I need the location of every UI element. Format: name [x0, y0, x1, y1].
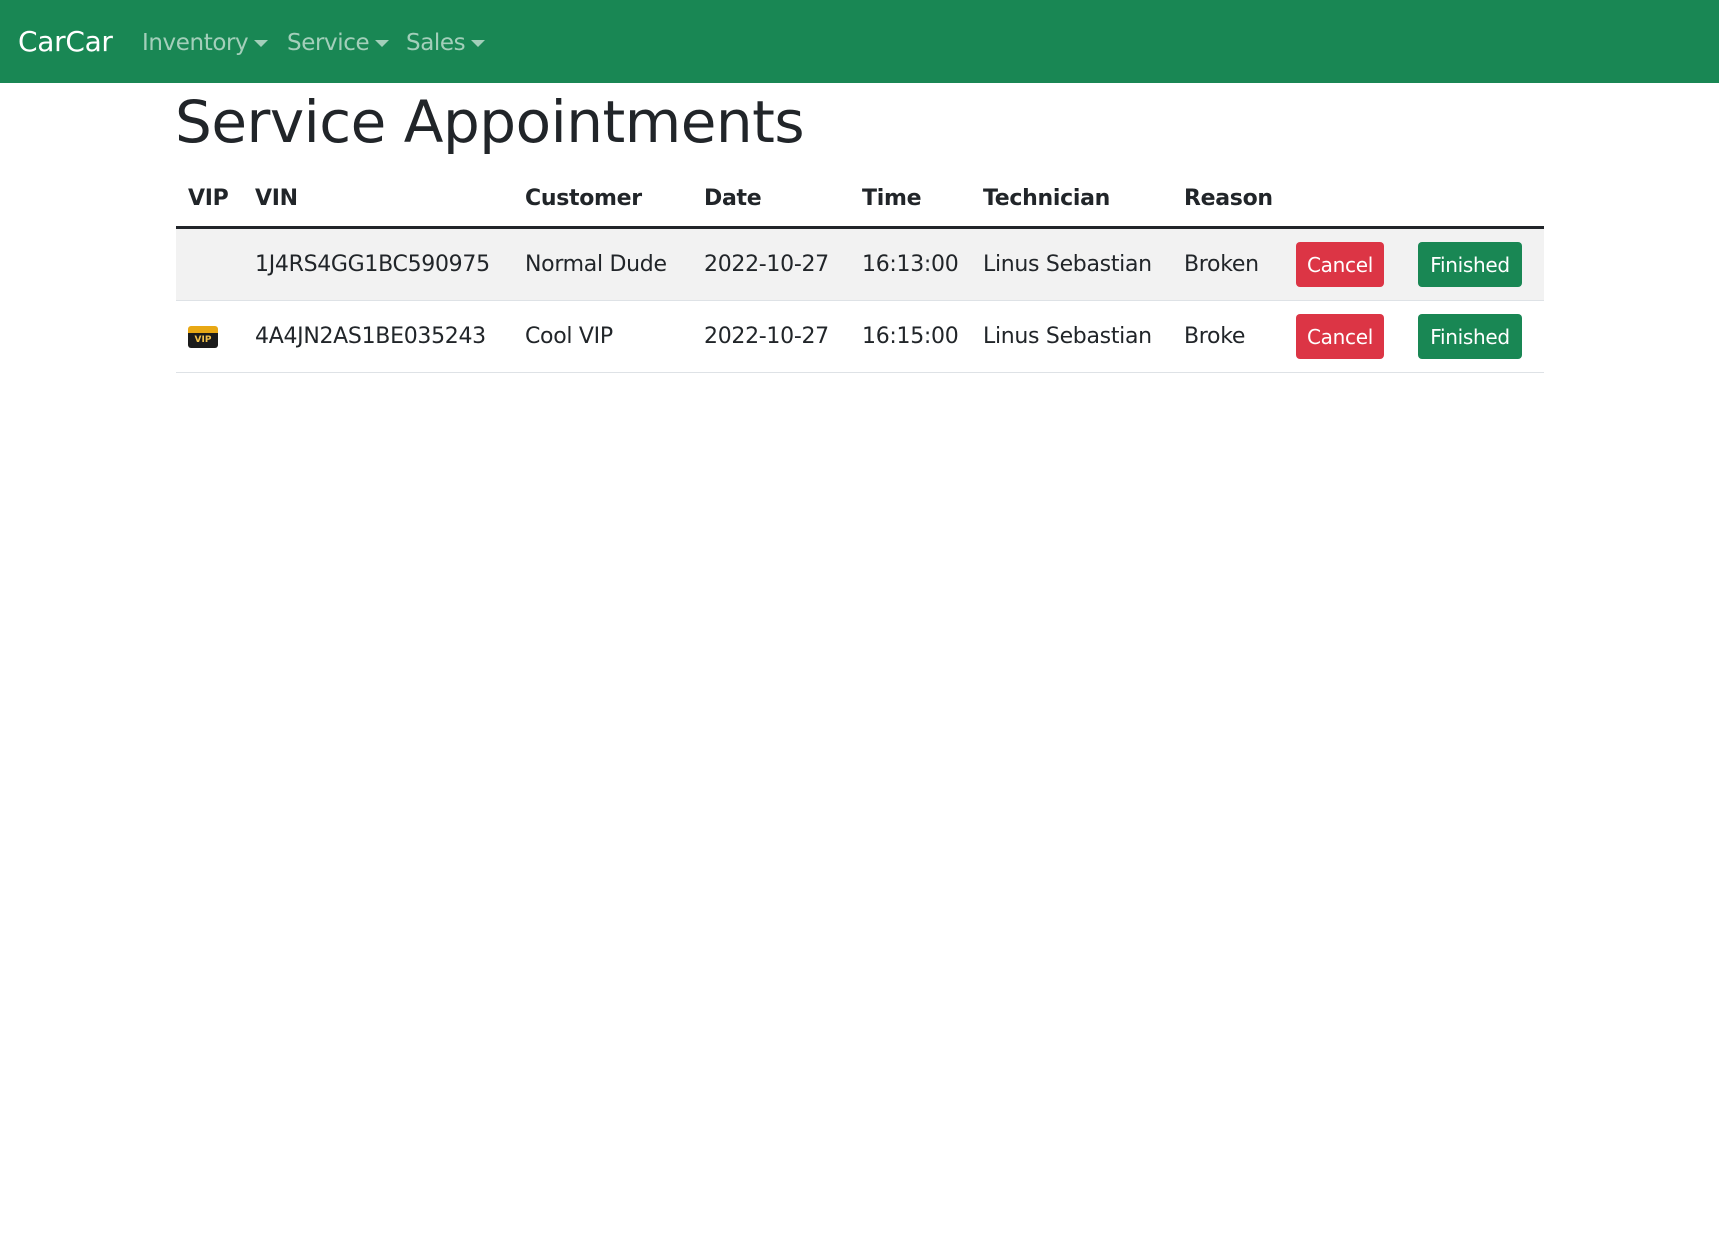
nav-dropdown-service[interactable]: Service	[287, 29, 390, 57]
header-finish-action	[1406, 171, 1544, 229]
cell-customer: Normal Dude	[513, 227, 692, 301]
navbar: CarCar Inventory Service Sales	[0, 0, 1719, 83]
caret-down-icon	[254, 39, 269, 47]
header-vip: VIP	[176, 171, 243, 229]
cell-vin: 4A4JN2AS1BE035243	[243, 300, 513, 373]
cell-time: 16:13:00	[850, 227, 971, 301]
nav-dropdown-label: Service	[287, 30, 370, 56]
brand-link[interactable]: CarCar	[18, 24, 113, 60]
page-title: Service Appointments	[175, 88, 805, 156]
nav-dropdown-sales[interactable]: Sales	[406, 29, 486, 57]
header-reason: Reason	[1172, 171, 1284, 229]
cell-cancel: Cancel	[1284, 300, 1406, 373]
nav-dropdown-inventory[interactable]: Inventory	[142, 29, 269, 57]
header-customer: Customer	[513, 171, 692, 229]
cell-technician: Linus Sebastian	[971, 227, 1172, 301]
vip-badge-text: VIP	[194, 335, 212, 345]
header-vin: VIN	[243, 171, 513, 229]
table-row: 1J4RS4GG1BC590975 Normal Dude 2022-10-27…	[176, 227, 1544, 301]
cell-reason: Broken	[1172, 227, 1284, 301]
nav-dropdown-label: Inventory	[142, 30, 249, 56]
cell-vip: VIP	[176, 300, 243, 373]
caret-down-icon	[471, 39, 486, 47]
cell-time: 16:15:00	[850, 300, 971, 373]
cell-date: 2022-10-27	[692, 300, 850, 373]
cell-customer: Cool VIP	[513, 300, 692, 373]
caret-down-icon	[375, 39, 390, 47]
cell-finished: Finished	[1406, 300, 1544, 373]
cell-vip	[176, 227, 243, 301]
cell-technician: Linus Sebastian	[971, 300, 1172, 373]
vip-icon: VIP	[188, 326, 218, 348]
cell-date: 2022-10-27	[692, 227, 850, 301]
cell-vin: 1J4RS4GG1BC590975	[243, 227, 513, 301]
cancel-button[interactable]: Cancel	[1296, 314, 1384, 359]
appointments-table: VIP VIN Customer Date Time Technician Re…	[176, 171, 1544, 373]
table-row: VIP 4A4JN2AS1BE035243 Cool VIP 2022-10-2…	[176, 300, 1544, 373]
cell-reason: Broke	[1172, 300, 1284, 373]
header-date: Date	[692, 171, 850, 229]
table-header-row: VIP VIN Customer Date Time Technician Re…	[176, 171, 1544, 229]
header-cancel-action	[1284, 171, 1406, 229]
header-technician: Technician	[971, 171, 1172, 229]
cell-finished: Finished	[1406, 227, 1544, 301]
nav-dropdown-label: Sales	[406, 30, 466, 56]
finished-button[interactable]: Finished	[1418, 314, 1522, 359]
header-time: Time	[850, 171, 971, 229]
cell-cancel: Cancel	[1284, 227, 1406, 301]
cancel-button[interactable]: Cancel	[1296, 242, 1384, 287]
finished-button[interactable]: Finished	[1418, 242, 1522, 287]
